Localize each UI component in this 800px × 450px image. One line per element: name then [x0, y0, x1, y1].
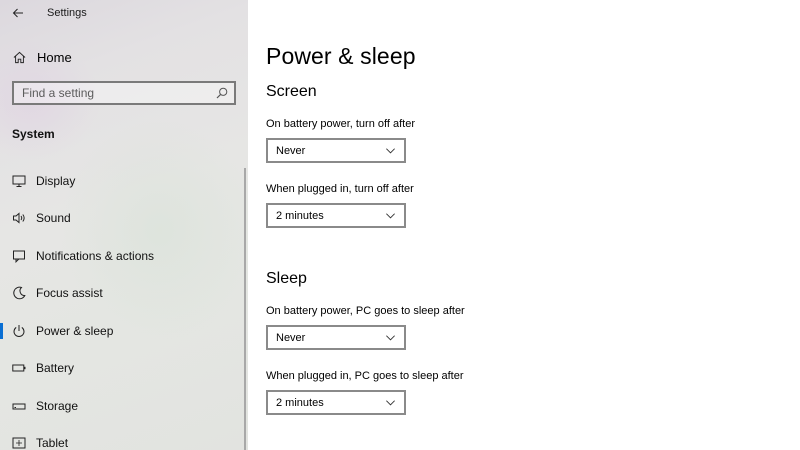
page-title: Power & sleep — [266, 43, 416, 69]
sidebar-item-label: Focus assist — [36, 286, 103, 301]
chevron-down-icon — [386, 213, 395, 219]
sidebar-item-label: Display — [36, 173, 76, 188]
screen-plugged-label: When plugged in, turn off after — [266, 183, 414, 195]
dropdown-value: Never — [276, 331, 306, 344]
speaker-icon — [12, 211, 26, 225]
sidebar-item-label: Storage — [36, 398, 79, 413]
section-heading: System — [12, 127, 55, 141]
sleep-battery-label: On battery power, PC goes to sleep after — [266, 305, 465, 317]
home-icon — [13, 51, 26, 63]
chevron-down-icon — [386, 335, 395, 341]
sleep-battery-dropdown[interactable]: Never — [266, 325, 406, 350]
screen-section-title: Screen — [266, 83, 317, 100]
sidebar-item-storage[interactable]: Storage — [0, 387, 248, 425]
home-label: Home — [37, 49, 72, 65]
sidebar: Settings Home System Display — [0, 0, 248, 450]
sidebar-item-label: Sound — [36, 211, 71, 226]
search-box[interactable] — [12, 81, 236, 105]
window-title: Settings — [47, 7, 87, 19]
dropdown-value: Never — [276, 144, 306, 157]
notification-icon — [12, 249, 26, 263]
sidebar-item-label: Tablet — [36, 436, 69, 450]
power-icon — [12, 324, 26, 338]
monitor-icon — [12, 174, 26, 188]
main-content: Power & sleep Screen On battery power, t… — [248, 0, 800, 450]
chevron-down-icon — [386, 148, 395, 154]
sidebar-item-focus-assist[interactable]: Focus assist — [0, 275, 248, 313]
sidebar-item-power-sleep[interactable]: Power & sleep — [0, 312, 248, 350]
dropdown-value: 2 minutes — [276, 209, 324, 222]
search-icon[interactable] — [216, 87, 228, 99]
tablet-icon — [12, 436, 26, 450]
storage-icon — [12, 399, 26, 413]
search-input[interactable] — [14, 85, 214, 101]
moon-icon — [12, 286, 26, 300]
title-bar: Settings — [0, 0, 248, 26]
sidebar-item-tablet[interactable]: Tablet — [0, 425, 248, 450]
battery-icon — [12, 361, 26, 375]
sleep-plugged-label: When plugged in, PC goes to sleep after — [266, 370, 464, 382]
sidebar-nav: Display Sound Notifications & actions Fo… — [0, 162, 248, 450]
settings-window: Settings Home System Display — [0, 0, 800, 450]
sidebar-item-notifications[interactable]: Notifications & actions — [0, 237, 248, 275]
sidebar-item-sound[interactable]: Sound — [0, 200, 248, 238]
back-button[interactable] — [0, 0, 36, 26]
sleep-plugged-dropdown[interactable]: 2 minutes — [266, 390, 406, 415]
screen-battery-label: On battery power, turn off after — [266, 118, 415, 130]
home-link[interactable]: Home — [0, 45, 248, 69]
sidebar-item-label: Power & sleep — [36, 323, 114, 338]
sidebar-item-label: Battery — [36, 361, 75, 376]
sleep-section-title: Sleep — [266, 270, 307, 287]
dropdown-value: 2 minutes — [276, 396, 324, 409]
screen-plugged-dropdown[interactable]: 2 minutes — [266, 203, 406, 228]
sidebar-item-battery[interactable]: Battery — [0, 350, 248, 388]
chevron-down-icon — [386, 400, 395, 406]
sidebar-item-label: Notifications & actions — [36, 248, 155, 263]
back-arrow-icon — [12, 8, 23, 18]
sidebar-scrollbar[interactable] — [244, 168, 246, 450]
screen-battery-dropdown[interactable]: Never — [266, 138, 406, 163]
sidebar-item-display[interactable]: Display — [0, 162, 248, 200]
